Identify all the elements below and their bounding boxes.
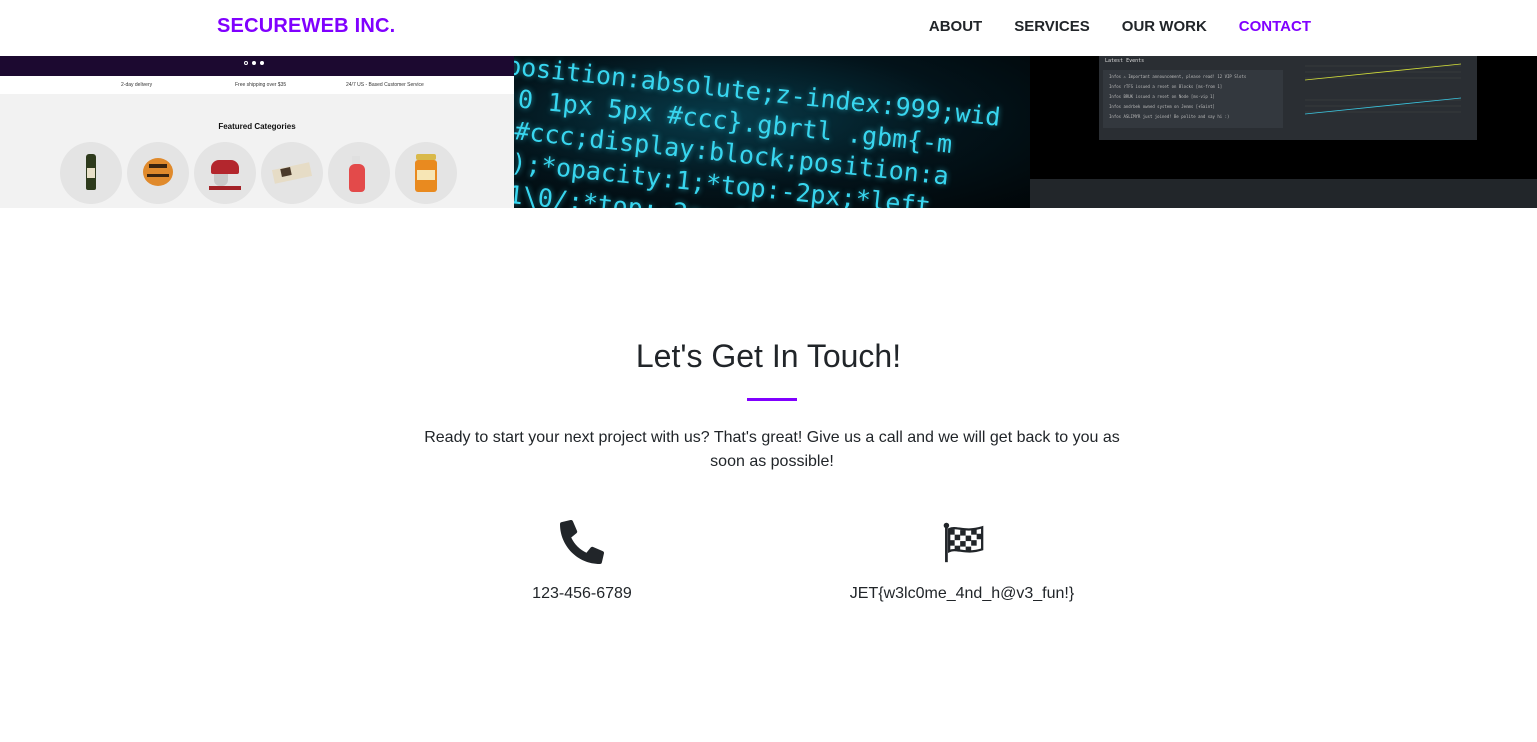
events-list: Infos ⚠ Important announcement, please r… — [1103, 70, 1283, 128]
phone-icon — [560, 520, 604, 564]
heading-divider — [747, 398, 797, 401]
nav-services[interactable]: SERVICES — [1014, 18, 1090, 35]
category-soap-bottle — [328, 142, 390, 204]
portfolio-item-dashboard[interactable]: Latest Events Infos ⚠ Important announce… — [1030, 56, 1537, 208]
featured-categories-title: Featured Categories — [218, 122, 296, 131]
event-item: Infos ⚠ Important announcement, please r… — [1109, 74, 1247, 79]
nav-contact[interactable]: CONTACT — [1239, 18, 1311, 35]
contact-section: Let's Get In Touch! Ready to start your … — [0, 208, 1537, 742]
dashboard-title: Latest Events — [1105, 58, 1145, 64]
category-oil-bottle — [60, 142, 122, 204]
carousel-dot — [244, 61, 248, 65]
checkered-flag-icon — [943, 522, 984, 563]
navbar: SECUREWEB INC. ABOUT SERVICES OUR WORK C… — [0, 0, 1537, 56]
brand-link[interactable]: SECUREWEB INC. — [217, 15, 395, 38]
category-vitamin-jar — [395, 142, 457, 204]
phone-number[interactable]: 123-456-6789 — [432, 585, 732, 603]
contact-heading: Let's Get In Touch! — [635, 338, 902, 374]
code-text: position:absolute;z-index:999;wid ;0 1px … — [514, 56, 1002, 208]
store-info-delivery: 2-day delivery — [121, 82, 153, 88]
category-board-game — [261, 142, 323, 204]
store-info-shipping: Free shipping over $35 — [235, 82, 287, 88]
nav-about[interactable]: ABOUT — [929, 18, 982, 35]
store-info-bar: 2-day delivery Free shipping over $35 24… — [0, 76, 514, 94]
portfolio-item-store[interactable]: 2-day delivery Free shipping over $35 24… — [0, 56, 514, 208]
nav-our-work[interactable]: OUR WORK — [1122, 18, 1207, 35]
flag-block: JET{w3lc0me_4nd_h@v3_fun!} — [812, 520, 1112, 603]
category-stand-mixer — [194, 142, 256, 204]
carousel-dots — [244, 61, 264, 65]
event-item: Infos rTFS issued a reset on Blocks [ms-… — [1109, 84, 1223, 89]
contact-lead-text: Ready to start your next project with us… — [424, 429, 1120, 470]
event-item: Infos andrbek owned system on Jenms [✝Sa… — [1109, 104, 1215, 109]
phone-block: 123-456-6789 — [432, 520, 732, 603]
portfolio-item-code[interactable]: position:absolute;z-index:999;wid ;0 1px … — [514, 56, 1030, 208]
store-info-service: 24/7 US - Based Customer Service — [346, 82, 424, 88]
carousel-dot — [260, 61, 264, 65]
dashboard-bottom-band — [1030, 179, 1537, 208]
carousel-dot — [252, 61, 256, 65]
category-circles — [60, 142, 457, 204]
dashboard-screen: Latest Events Infos ⚠ Important announce… — [1099, 56, 1477, 140]
event-item: Infos BRUK issued a reset on Node [ms-vi… — [1109, 94, 1215, 99]
dashboard-charts — [1304, 63, 1462, 115]
store-hero-band — [0, 56, 514, 76]
category-toy-tiger — [127, 142, 189, 204]
nav-menu: ABOUT SERVICES OUR WORK CONTACT — [929, 18, 1311, 35]
flag-text: JET{w3lc0me_4nd_h@v3_fun!} — [849, 585, 1075, 602]
portfolio-strip: 2-day delivery Free shipping over $35 24… — [0, 56, 1537, 208]
event-item: Infos ASLIMYR just joined! Be polite and… — [1109, 114, 1230, 119]
